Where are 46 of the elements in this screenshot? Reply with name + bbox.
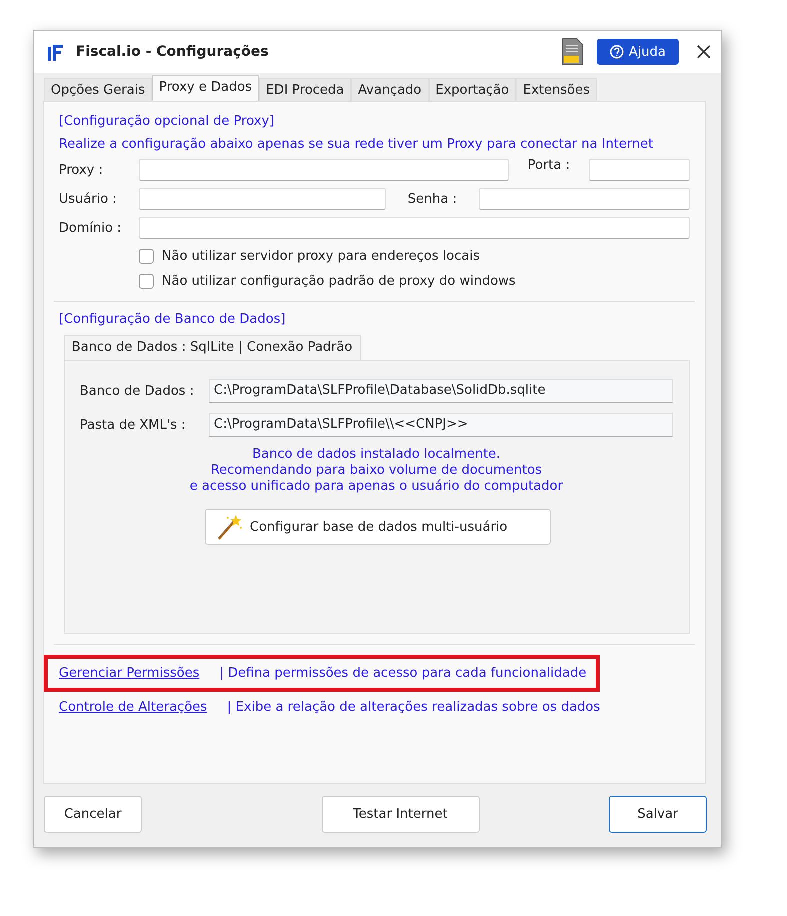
field-label: Porta : [526,158,572,172]
configure-database-button[interactable]: Configurar base de dados multi-usuário [205,509,551,545]
hint-text: Realize a configuração abaixo apenas se sua rede tiver um Proxy para conectar na Internet [59,137,654,152]
dialog-button[interactable]: Salvar [609,796,707,833]
dialog-button[interactable]: Cancelar [44,796,142,833]
info-text: e acesso unificado para apenas o usuário do computador [188,479,564,495]
checkbox[interactable] [139,249,154,264]
port-field[interactable] [589,159,690,181]
tab[interactable]: Opções Gerais [44,78,152,101]
proxy-field[interactable] [139,159,509,181]
field-label: Senha : [406,192,458,206]
help-icon [610,45,624,59]
field-label: Pasta de XML's : [80,418,187,432]
tab[interactable]: Avançado [351,78,429,101]
link-description: | Exibe a relação de alterações realizadas sobre os dados [227,700,600,715]
link[interactable]: Gerenciar Permissões [59,666,200,681]
app-logo-icon [46,42,64,62]
field-label: Usuário : [59,192,118,206]
field-label: Proxy : [59,162,104,178]
path-field[interactable]: C:\ProgramData\SLFProfile\Database\SolidDb.sqlite [209,379,673,403]
link-description: | Defina permissões de acesso para cada funcionalidade [220,666,587,681]
path-field[interactable]: C:\ProgramData\SLFProfile\\<<CNPJ>> [209,413,673,437]
domain-field[interactable] [139,217,690,239]
tab[interactable]: EDI Proceda [259,78,352,101]
log-file-icon[interactable] [561,38,585,66]
field-label: Domínio : [59,220,123,236]
dialog-button[interactable]: Testar Internet [322,796,480,833]
tab[interactable]: Exportação [428,78,516,101]
field-label: Banco de Dados : [80,384,196,398]
close-icon[interactable] [697,45,711,59]
tab[interactable]: Banco de Dados : SqlLite | Conexão Padrão [64,335,361,360]
window-title: Fiscal.io - Configurações [76,44,270,60]
link[interactable]: Controle de Alterações [59,700,208,715]
checkbox-label[interactable]: Não utilizar configuração padrão de proxy do windows [162,274,516,289]
info-text: Banco de dados instalado localmente. [251,447,502,463]
tab[interactable]: Extensões [516,78,597,101]
section-heading: [Configuração de Banco de Dados] [59,312,287,327]
checkbox[interactable] [139,274,154,289]
user-field[interactable] [139,188,386,210]
password-field[interactable] [479,188,690,210]
section-heading: [Configuração opcional de Proxy] [59,114,276,129]
magic-wand-icon [216,513,244,541]
info-text: Recomendando para baixo volume de documentos [210,463,544,479]
tab[interactable]: Proxy e Dados [152,75,260,101]
checkbox-label[interactable]: Não utilizar servidor proxy para endereços locais [162,249,480,264]
help-button[interactable]: Ajuda [597,39,679,65]
